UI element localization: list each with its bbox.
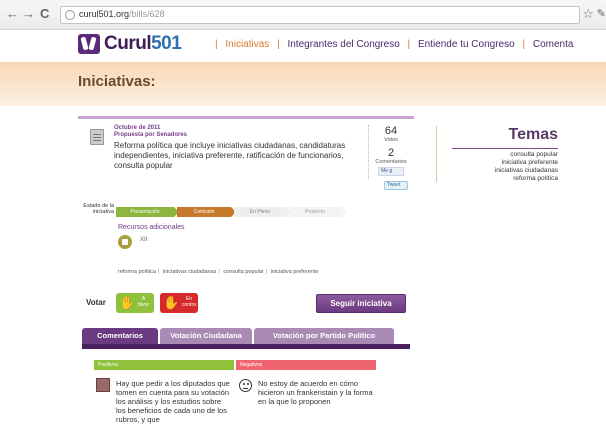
- step-en-pleno: En Pleno: [234, 207, 291, 217]
- temas-rule: [452, 148, 558, 149]
- browser-toolbar: ← → C curul501.org/bills/628 ☆ ✎: [0, 0, 606, 30]
- tab-votacion-partido[interactable]: Votación por Partido Político: [254, 328, 394, 344]
- resources-title: Recursos adicionales: [118, 224, 185, 231]
- divider: [368, 125, 369, 179]
- reload-icon[interactable]: C: [40, 7, 49, 21]
- tema-link[interactable]: iniciativas ciudadanas: [440, 167, 558, 175]
- facebook-like-button[interactable]: Me g: [378, 167, 404, 176]
- temas-list: consulta popular iniciativa preferente i…: [440, 151, 558, 183]
- forward-icon[interactable]: →: [22, 7, 35, 21]
- tema-link[interactable]: iniciativa preferente: [440, 159, 558, 167]
- site-header: Curul501 | Iniciativas | Integrantes del…: [0, 30, 606, 62]
- vote-contra-button[interactable]: ✋ En contra: [160, 293, 198, 313]
- bookmark-star-icon[interactable]: ☆: [582, 6, 594, 22]
- tag-link[interactable]: iniciativa preferente: [271, 269, 319, 275]
- status-label: Estado de la iniciativa: [83, 203, 114, 215]
- temas-title: Temas: [508, 126, 558, 143]
- nav-entiende[interactable]: Entiende tu Congreso: [418, 39, 515, 50]
- url-text: curul501.org/bills/628: [79, 9, 165, 19]
- back-icon[interactable]: ←: [6, 7, 19, 21]
- tab-votacion-ciudadana[interactable]: Votación Ciudadana: [160, 328, 252, 344]
- resource-label[interactable]: XII: [140, 237, 147, 243]
- thumbs-up-icon: ✋: [119, 295, 136, 310]
- resource-icon[interactable]: [118, 235, 132, 249]
- nav-integrantes[interactable]: Integrantes del Congreso: [287, 39, 399, 50]
- tema-link[interactable]: reforma política: [440, 175, 558, 183]
- tema-link[interactable]: consulta popular: [440, 151, 558, 159]
- positive-comment: Hay que pedir a los diputados que tomen …: [116, 379, 230, 424]
- thumbs-down-icon: ✋: [163, 295, 180, 310]
- negative-header: Negativos: [236, 360, 376, 370]
- avatar[interactable]: [96, 378, 110, 392]
- follow-bill-button[interactable]: Seguir iniciativa: [316, 294, 406, 313]
- tag-link[interactable]: iniciativas ciudadanas: [163, 269, 217, 275]
- votes-label: Votos: [384, 137, 398, 143]
- nav-comenta[interactable]: Comenta: [533, 39, 574, 50]
- tag-link[interactable]: reforma política: [118, 269, 156, 275]
- positive-header: Positivos: [94, 360, 234, 370]
- sidebar-divider: [436, 126, 437, 182]
- document-icon: [90, 129, 104, 145]
- comments-count: 2: [387, 147, 395, 159]
- tag-link[interactable]: consulta popular: [223, 269, 263, 275]
- vote-favor-button[interactable]: ✋ Afavor: [116, 293, 154, 313]
- tag-list: reforma política | iniciativas ciudadanas…: [118, 269, 319, 275]
- wrench-icon[interactable]: ✎: [597, 7, 606, 20]
- neutral-face-icon: [239, 379, 252, 392]
- curul-logo-icon[interactable]: [78, 34, 100, 54]
- nav-iniciativas[interactable]: Iniciativas: [225, 39, 269, 50]
- address-bar[interactable]: curul501.org/bills/628: [60, 6, 580, 24]
- vote-label: Votar: [86, 298, 106, 307]
- globe-icon: [65, 10, 75, 20]
- main-nav: | Iniciativas | Integrantes del Congreso…: [215, 39, 574, 50]
- tweet-button[interactable]: Tweet: [384, 181, 408, 190]
- page-title: Iniciativas:: [78, 73, 156, 90]
- votes-count: 64: [384, 125, 398, 137]
- tab-underline: [82, 344, 410, 349]
- comments-label: Comentarios: [375, 159, 407, 165]
- bill-card: Octubre de 2011 Propuesta por Senadores …: [78, 116, 414, 284]
- negative-comment: No estoy de acuerdo en cómo hicieron un …: [258, 379, 373, 406]
- step-proyecto: Proyecto: [289, 207, 346, 217]
- title-band: Iniciativas:: [0, 62, 606, 106]
- tab-comentarios[interactable]: Comentarios: [82, 328, 158, 344]
- bill-description: Reforma política que incluye iniciativas…: [114, 141, 346, 170]
- site-logo[interactable]: Curul501: [104, 33, 182, 55]
- vote-panel: Votar ✋ Afavor ✋ En contra Seguir iniciat…: [78, 288, 414, 318]
- step-comision: Comisión: [177, 207, 236, 217]
- step-presentacion: Presentación: [116, 207, 179, 217]
- bill-proposer[interactable]: Propuesta por Senadores: [114, 132, 187, 138]
- bill-date: Octubre de 2011: [114, 125, 161, 131]
